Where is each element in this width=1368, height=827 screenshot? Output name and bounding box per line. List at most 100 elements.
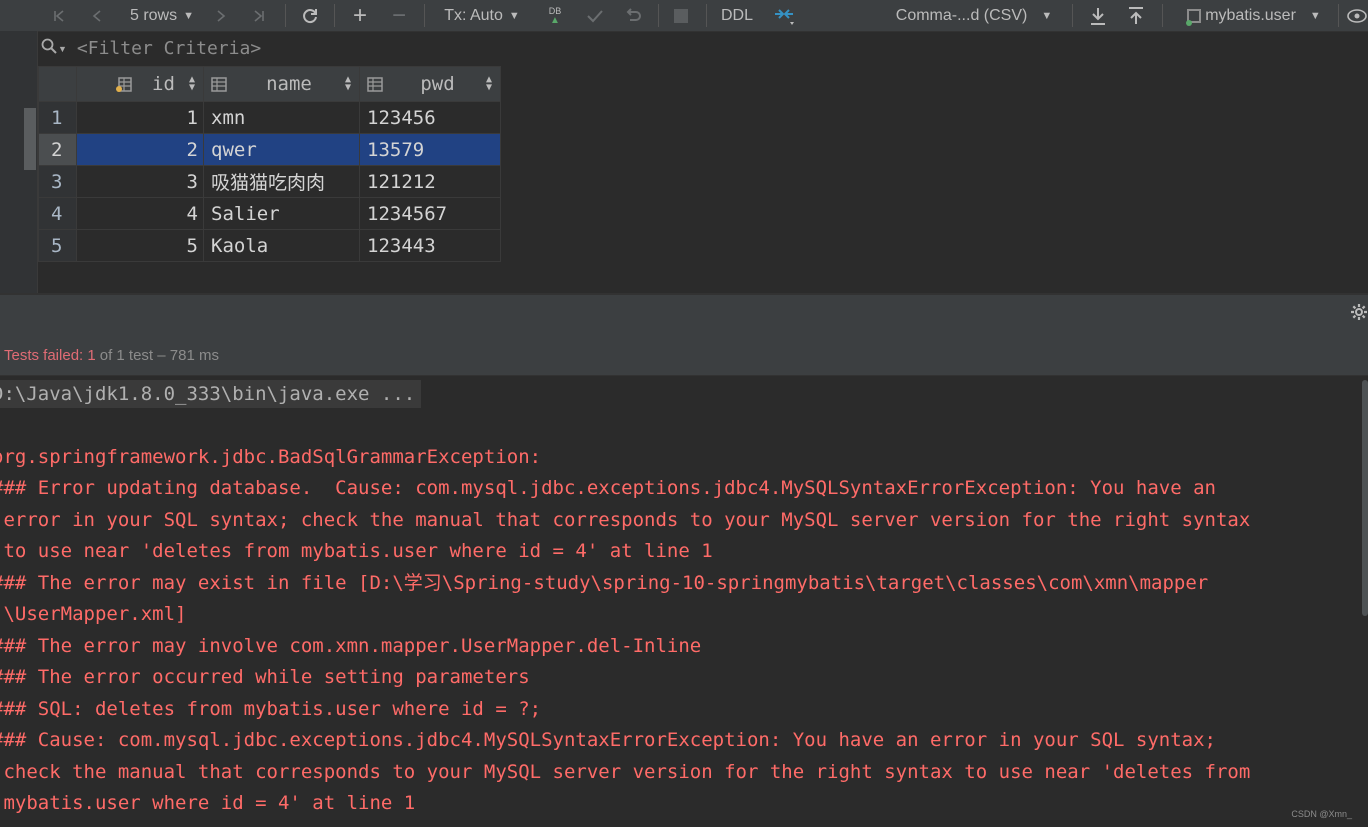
table-row[interactable]: 1 1 xmn 123456 bbox=[38, 101, 501, 134]
results-toolbar: 5 rows ▼ + − Tx: Auto ▼ DB ▲ DDL Comma-.… bbox=[0, 0, 1368, 32]
console-output[interactable] bbox=[0, 376, 1368, 827]
chevron-down-icon: ▼ bbox=[1041, 9, 1053, 22]
gear-icon[interactable] bbox=[1350, 303, 1368, 323]
toolbar-divider bbox=[706, 4, 707, 27]
console-line: ### The error occurred while setting par… bbox=[0, 666, 530, 688]
refresh-icon[interactable] bbox=[296, 0, 324, 31]
cell-pwd[interactable]: 123443 bbox=[359, 229, 501, 262]
table-row[interactable]: 5 5 Kaola 123443 bbox=[38, 229, 501, 262]
toolbar-divider bbox=[1338, 4, 1339, 27]
ddl-button[interactable]: DDL bbox=[716, 0, 758, 31]
test-summary: of 1 test – 781 ms bbox=[99, 346, 219, 364]
first-page-icon[interactable] bbox=[46, 0, 72, 31]
db-badge: DB bbox=[548, 5, 562, 16]
chevron-down-icon: ▼ bbox=[1309, 9, 1321, 22]
db-commit-icon[interactable]: DB ▲ bbox=[542, 0, 568, 31]
delete-row-icon[interactable]: − bbox=[386, 0, 412, 31]
datasource-dropdown[interactable]: mybatis.user ▼ bbox=[1174, 0, 1334, 31]
cell-id[interactable]: 3 bbox=[76, 165, 204, 198]
row-number[interactable]: 5 bbox=[38, 229, 77, 262]
failed-count: 1 bbox=[87, 346, 96, 364]
transaction-mode-label: Tx: Auto bbox=[444, 6, 503, 24]
row-number[interactable]: 1 bbox=[38, 101, 77, 134]
cell-pwd[interactable]: 13579 bbox=[359, 133, 501, 166]
chevron-down-icon[interactable]: ▼ bbox=[58, 44, 67, 54]
column-header-pwd[interactable]: pwd ▲ ▼ bbox=[359, 66, 501, 102]
console-scrollbar[interactable] bbox=[1362, 380, 1368, 616]
cell-name[interactable]: Kaola bbox=[203, 229, 360, 262]
toolbar-divider bbox=[334, 4, 335, 27]
cell-pwd[interactable]: 123456 bbox=[359, 101, 501, 134]
datasource-label: mybatis.user bbox=[1205, 6, 1296, 24]
test-status-bar: Tests failed: 1 of 1 test – 781 ms bbox=[0, 335, 1368, 376]
table-row[interactable]: 3 3 吸猫猫吃肉肉 121212 bbox=[38, 165, 501, 198]
column-icon bbox=[366, 76, 384, 92]
chevron-down-icon: ▼ bbox=[508, 9, 520, 22]
cell-name[interactable]: 吸猫猫吃肉肉 bbox=[203, 165, 360, 198]
table-row-selected[interactable]: 2 2 qwer 13579 bbox=[38, 133, 501, 166]
next-page-icon[interactable] bbox=[208, 0, 234, 31]
cell-name[interactable]: Salier bbox=[203, 197, 360, 230]
last-page-icon[interactable] bbox=[246, 0, 272, 31]
console-line: ### Error updating database. Cause: com.… bbox=[0, 477, 1216, 499]
rollback-icon[interactable] bbox=[620, 0, 646, 31]
cell-pwd[interactable]: 1234567 bbox=[359, 197, 501, 230]
stop-icon[interactable] bbox=[668, 0, 694, 31]
rows-count-label: 5 rows bbox=[129, 6, 178, 24]
cell-id[interactable]: 5 bbox=[76, 229, 204, 262]
previous-page-icon[interactable] bbox=[84, 0, 110, 31]
console-line[interactable]: \UserMapper.xml] bbox=[0, 603, 186, 625]
chevron-down-icon: ▼ bbox=[183, 9, 194, 22]
console-line: mybatis.user where id = 4' at line 1 bbox=[0, 792, 416, 814]
column-icon bbox=[210, 76, 228, 92]
cell-id[interactable]: 4 bbox=[76, 197, 204, 230]
console-line: ### The error may involve com.xmn.mapper… bbox=[0, 635, 702, 657]
sort-icon[interactable]: ▲ ▼ bbox=[486, 75, 492, 93]
console-line: error in your SQL syntax; check the manu… bbox=[0, 509, 1251, 531]
toolbar-divider bbox=[424, 4, 425, 27]
sort-icon[interactable]: ▲ ▼ bbox=[189, 75, 195, 93]
row-number-header[interactable] bbox=[38, 66, 77, 102]
row-number[interactable]: 4 bbox=[38, 197, 77, 230]
cell-id[interactable]: 1 bbox=[76, 101, 204, 134]
download-icon[interactable] bbox=[1084, 0, 1112, 31]
cell-name[interactable]: qwer bbox=[203, 133, 360, 166]
export-format-label: Comma-...d (CSV) bbox=[895, 6, 1028, 24]
table-row[interactable]: 4 4 Salier 1234567 bbox=[38, 197, 501, 230]
cell-name[interactable]: xmn bbox=[203, 101, 360, 134]
page-size-dropdown[interactable]: 5 rows ▼ bbox=[120, 0, 204, 31]
upload-icon[interactable] bbox=[1122, 0, 1150, 31]
sort-icon[interactable]: ▲ ▼ bbox=[345, 75, 351, 93]
filter-criteria-input[interactable]: <Filter Criteria> bbox=[77, 38, 261, 59]
tests-failed-label: Tests failed: 1 bbox=[4, 346, 96, 364]
toolbar-divider bbox=[1162, 4, 1163, 27]
key-column-icon bbox=[115, 76, 133, 92]
compare-icon[interactable] bbox=[770, 0, 798, 31]
filter-bar[interactable]: ▼ <Filter Criteria> bbox=[37, 32, 1368, 65]
column-name: name bbox=[266, 73, 312, 95]
transaction-mode-dropdown[interactable]: Tx: Auto ▼ bbox=[434, 0, 530, 31]
export-format-dropdown[interactable]: Comma-...d (CSV) ▼ bbox=[888, 0, 1060, 31]
left-scroll-thumb[interactable] bbox=[24, 108, 36, 170]
console-line: ### SQL: deletes from mybatis.user where… bbox=[0, 698, 542, 720]
row-number[interactable]: 2 bbox=[38, 133, 77, 166]
run-panel-header bbox=[0, 293, 1368, 335]
toolbar-divider bbox=[285, 4, 286, 27]
watermark: CSDN @Xmn_ bbox=[1291, 809, 1352, 819]
toolbar-divider bbox=[658, 4, 659, 27]
view-icon[interactable] bbox=[1346, 0, 1368, 31]
search-icon[interactable] bbox=[41, 38, 57, 59]
column-header-name[interactable]: name ▲ ▼ bbox=[203, 66, 360, 102]
console-line: ### Cause: com.mysql.jdbc.exceptions.jdb… bbox=[0, 729, 1216, 751]
console-line: to use near 'deletes from mybatis.user w… bbox=[0, 540, 713, 562]
row-number[interactable]: 3 bbox=[38, 165, 77, 198]
add-row-icon[interactable]: + bbox=[346, 0, 374, 31]
cell-id[interactable]: 2 bbox=[76, 133, 204, 166]
table-icon bbox=[1186, 8, 1202, 26]
commit-check-icon[interactable] bbox=[582, 0, 608, 31]
column-name: id bbox=[152, 73, 175, 95]
console-line[interactable]: ### The error may exist in file [D:\学习\S… bbox=[0, 572, 1208, 594]
java-command-line[interactable]: D:\Java\jdk1.8.0_333\bin\java.exe ... bbox=[0, 380, 422, 408]
column-header-id[interactable]: id ▲ ▼ bbox=[76, 66, 204, 102]
cell-pwd[interactable]: 121212 bbox=[359, 165, 501, 198]
